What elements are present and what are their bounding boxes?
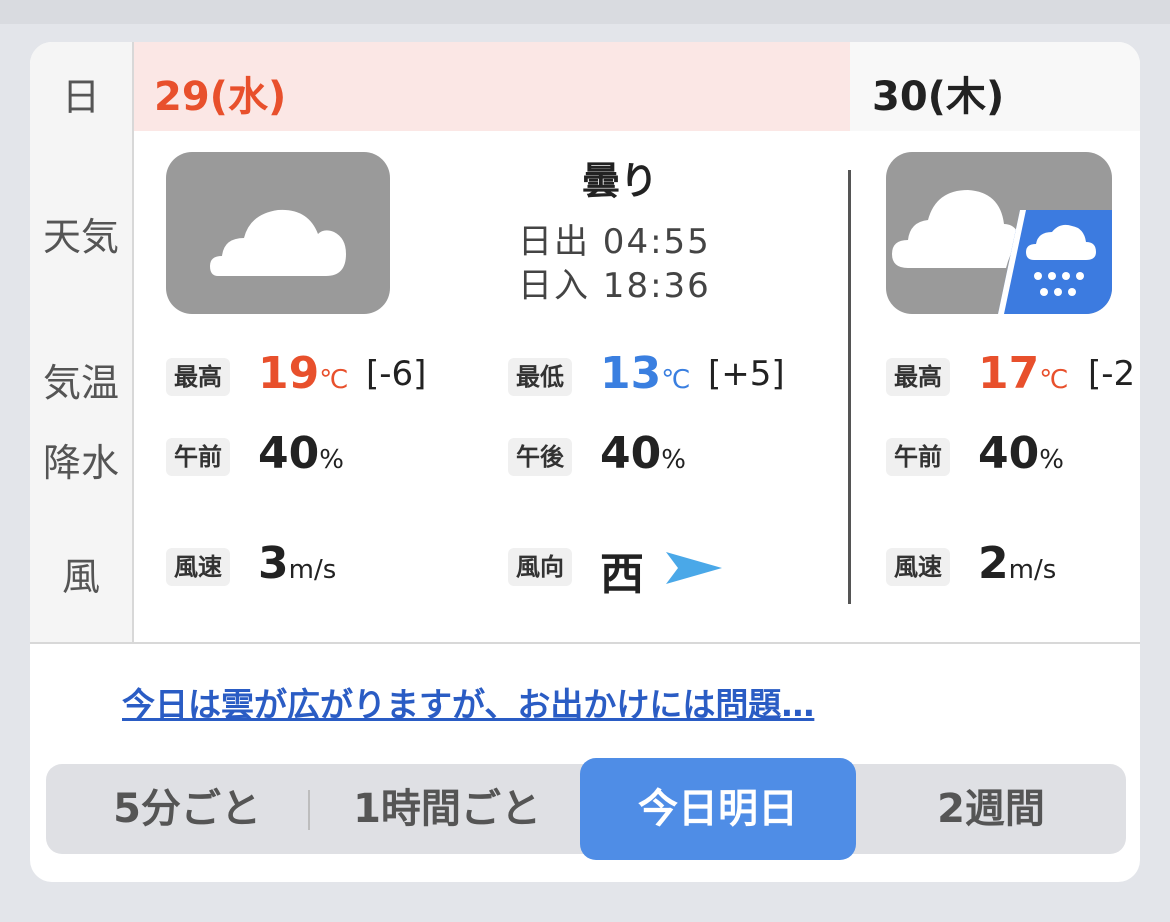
day2-max-value: 17 — [978, 348, 1040, 399]
day1-sunset: 日入 18:36 — [518, 266, 711, 306]
label-precipitation: 降水 — [42, 441, 119, 485]
top-bar — [0, 0, 1170, 24]
day1-min-diff: [+5] — [708, 354, 785, 394]
label-weather: 天気 — [42, 215, 119, 259]
day2-am-value: 40 — [978, 428, 1040, 479]
tab-today-tomorrow[interactable]: 今日明日 — [580, 758, 856, 860]
label-date: 日 — [61, 75, 100, 119]
label-temperature: 気温 — [42, 361, 119, 405]
forecast-card: 日 天気 気温 降水 風 29(水) 30(木) 曇り 日出 04:55 日入 … — [30, 42, 1140, 882]
day1-min-unit: ℃ — [661, 365, 691, 395]
day2-wind-speed: 2m/s — [978, 538, 1056, 589]
day1-date: 29(水) — [154, 74, 287, 120]
tab-5min[interactable]: 5分ごと — [76, 764, 298, 854]
day1-max-value: 19 — [258, 348, 320, 399]
forecast-comment-link[interactable]: 今日は雲が広がりますが、お出かけには問題… — [122, 678, 814, 726]
day2-wind-unit: m/s — [1008, 555, 1057, 585]
wind-direction-arrow-icon — [664, 548, 724, 592]
day2-wind-speed-value: 2 — [978, 538, 1009, 589]
day1-sunrise: 日出 04:55 — [518, 222, 711, 262]
cloud-icon — [166, 152, 390, 314]
day1-wind-unit: m/s — [288, 555, 337, 585]
day1-min-value: 13 — [600, 348, 662, 399]
day2-am-badge: 午前 — [886, 438, 950, 476]
day1-max-temp: 19℃ — [258, 348, 348, 399]
day1-pm-unit: % — [661, 445, 686, 475]
day1-am-precip: 40% — [258, 428, 344, 479]
day2-am-unit: % — [1039, 445, 1064, 475]
day2-max-diff: [-2 — [1088, 354, 1136, 394]
day1-am-unit: % — [319, 445, 344, 475]
tab-2weeks[interactable]: 2週間 — [876, 764, 1106, 854]
day1-max-diff: [-6] — [366, 354, 427, 394]
section-divider — [30, 642, 1140, 644]
day1-header: 29(水) — [134, 42, 850, 131]
day2-date: 30(木) — [872, 74, 1005, 120]
day1-weather: 曇り — [581, 159, 658, 203]
day2-wind-speed-badge: 風速 — [886, 548, 950, 586]
day2-max-badge: 最高 — [886, 358, 950, 396]
day2-header: 30(木) — [850, 42, 1140, 131]
day1-wind-dir: 西 — [600, 549, 644, 600]
day1-min-badge: 最低 — [508, 358, 572, 396]
day1-pm-value: 40 — [600, 428, 662, 479]
day2-max-temp: 17℃ — [978, 348, 1068, 399]
day1-wind-dir-badge: 風向 — [508, 548, 572, 586]
row-label-column: 日 天気 気温 降水 風 — [30, 42, 134, 642]
day1-max-unit: ℃ — [319, 365, 349, 395]
day1-pm-badge: 午後 — [508, 438, 572, 476]
label-wind: 風 — [61, 555, 100, 599]
day1-wind-speed: 3m/s — [258, 538, 336, 589]
cloud-then-rain-icon — [886, 152, 1112, 314]
day1-max-badge: 最高 — [166, 358, 230, 396]
day1-wind-speed-value: 3 — [258, 538, 289, 589]
day1-pm-precip: 40% — [600, 428, 686, 479]
day1-wind-speed-badge: 風速 — [166, 548, 230, 586]
tab-separator — [308, 790, 310, 830]
day2-max-unit: ℃ — [1039, 365, 1069, 395]
day1-am-badge: 午前 — [166, 438, 230, 476]
tab-hourly[interactable]: 1時間ごと — [322, 764, 572, 854]
day1-am-value: 40 — [258, 428, 320, 479]
day-divider — [848, 170, 851, 604]
day1-min-temp: 13℃ — [600, 348, 690, 399]
day2-am-precip: 40% — [978, 428, 1064, 479]
view-tabs: 5分ごと 1時間ごと 今日明日 2週間 — [46, 758, 1126, 860]
